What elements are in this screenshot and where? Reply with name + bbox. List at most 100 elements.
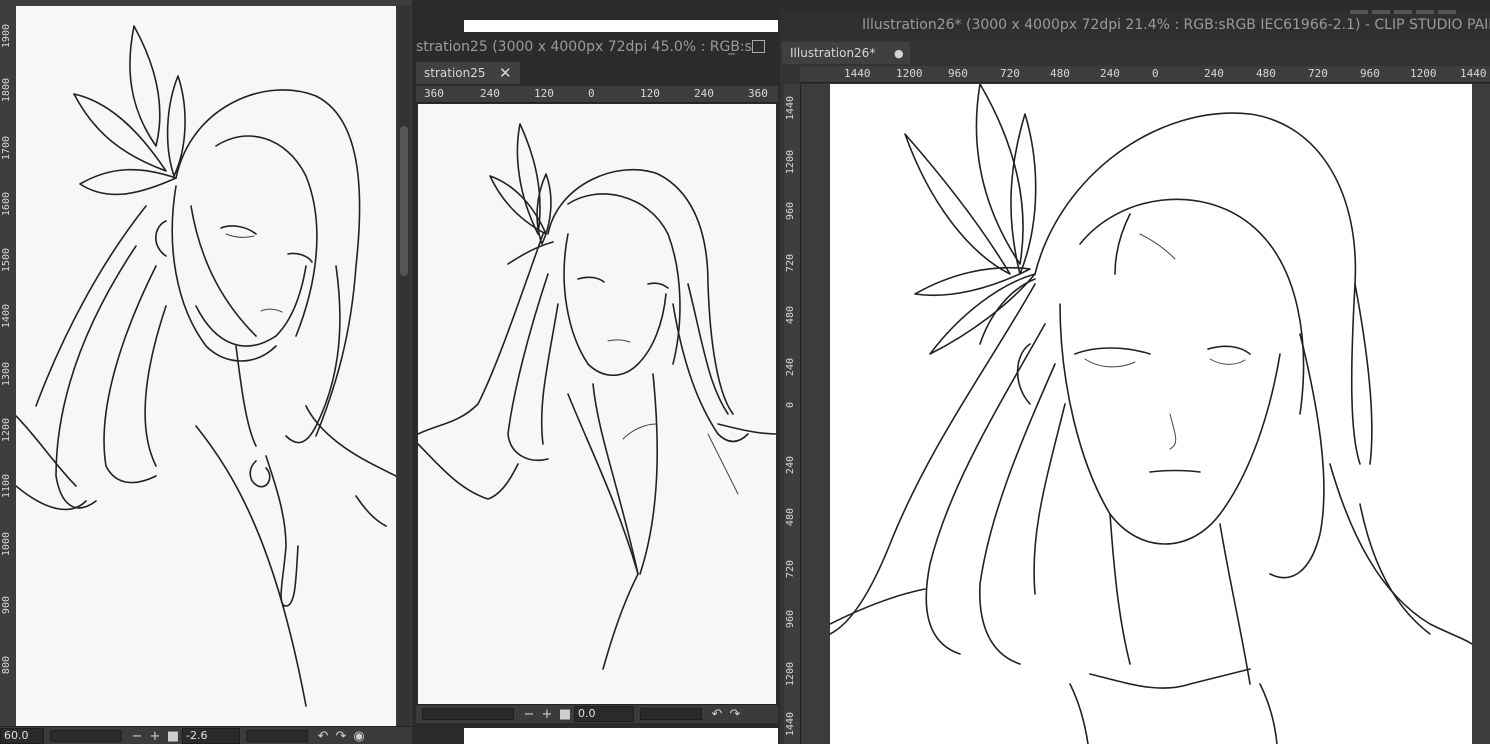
ruler-tick: 960 <box>948 67 968 80</box>
ruler-tick: 1440 <box>785 96 796 121</box>
ruler-tick: 1800 <box>1 78 12 103</box>
middle-canvas-window: stration25 (3000 x 4000px 72dpi 45.0% : … <box>416 0 778 744</box>
tab-illustration26[interactable]: Illustration26* ● <box>782 42 910 64</box>
ruler-tick: 480 <box>785 306 796 325</box>
ruler-tick: 360 <box>748 87 768 100</box>
middle-horizontal-ruler: 360 240 120 0 120 240 360 <box>416 86 778 103</box>
tab-illustration25[interactable]: stration25 ✕ <box>416 62 520 84</box>
unsaved-dot-icon[interactable]: ● <box>894 47 904 60</box>
line-art-drawing <box>16 25 396 707</box>
left-canvas-window: 1900 1800 1700 1600 1500 1400 1300 1200 … <box>0 0 412 744</box>
right-title-bar: Illustration26* (3000 x 4000px 72dpi 21.… <box>780 10 1490 40</box>
panel-layout-icons <box>1350 10 1456 14</box>
ruler-tick: 0 <box>785 402 796 409</box>
ruler-tick: 240 <box>785 358 796 377</box>
ruler-tick: 240 <box>1204 67 1224 80</box>
rotate-slider[interactable] <box>246 730 308 742</box>
ruler-tick: 1100 <box>1 474 12 499</box>
align-icon[interactable] <box>1416 10 1434 14</box>
ruler-tick: 480 <box>1256 67 1276 80</box>
ruler-tick: 1440 <box>1460 67 1487 80</box>
ruler-tick: 1400 <box>1 304 12 329</box>
ruler-tick: 1200 <box>1 418 12 443</box>
ruler-tick: 1000 <box>1 532 12 557</box>
rotate-right-icon[interactable]: ↷ <box>332 728 350 744</box>
tab-label: Illustration26* <box>790 46 876 60</box>
middle-drawing-canvas[interactable] <box>418 104 776 704</box>
ruler-tick: 720 <box>1308 67 1328 80</box>
ruler-tick: 1500 <box>1 248 12 273</box>
ruler-tick: 1700 <box>1 136 12 161</box>
ruler-tick: 240 <box>694 87 714 100</box>
middle-top-strip <box>464 20 778 32</box>
reset-rotate-icon[interactable]: ◉ <box>350 728 368 744</box>
ruler-tick: 1200 <box>785 150 796 175</box>
close-icon[interactable]: ✕ <box>499 64 512 82</box>
left-vertical-scrollbar[interactable] <box>398 6 410 726</box>
angle-field[interactable]: 60.0 <box>0 728 44 744</box>
rotate-slider[interactable] <box>640 708 702 720</box>
ruler-tick: 480 <box>785 508 796 527</box>
scroll-thumb[interactable] <box>400 126 408 276</box>
align-icon[interactable] <box>1438 10 1456 14</box>
align-icon[interactable] <box>1394 10 1412 14</box>
ruler-tick: 0 <box>588 87 595 100</box>
ruler-tick: 120 <box>640 87 660 100</box>
ruler-tick: 1200 <box>1410 67 1437 80</box>
left-status-bar: 60.0 − + ■ -2.6 ↶ ↷ ◉ <box>0 726 412 744</box>
fit-view-button[interactable]: ■ <box>164 728 182 744</box>
zoom-in-button[interactable]: + <box>538 706 556 722</box>
ruler-tick: 720 <box>785 254 796 273</box>
ruler-tick: 240 <box>785 456 796 475</box>
zoom-in-button[interactable]: + <box>146 728 164 744</box>
right-vertical-ruler: 1440 1200 960 720 480 240 0 240 480 720 … <box>784 84 801 744</box>
middle-status-bar: − + ■ 0.0 ↶ ↷ <box>416 704 778 723</box>
ruler-tick: 1200 <box>785 662 796 687</box>
ruler-tick: 720 <box>1000 67 1020 80</box>
rotate-left-icon[interactable]: ↶ <box>708 706 726 722</box>
ruler-tick: 1440 <box>844 67 871 80</box>
ruler-tick: 960 <box>785 610 796 629</box>
align-icon[interactable] <box>1372 10 1390 14</box>
ruler-tick: 360 <box>424 87 444 100</box>
ruler-tick: 1600 <box>1 192 12 217</box>
rotate-field[interactable]: -2.6 <box>182 728 240 744</box>
rotate-left-icon[interactable]: ↶ <box>314 728 332 744</box>
ruler-tick: 1200 <box>896 67 923 80</box>
ruler-tick: 1440 <box>785 712 796 737</box>
middle-bottom-strip <box>464 728 778 744</box>
zoom-out-button[interactable]: − <box>128 728 146 744</box>
ruler-tick: 960 <box>1360 67 1380 80</box>
ruler-tick: 1900 <box>1 24 12 49</box>
ruler-tick: 480 <box>1050 67 1070 80</box>
fit-view-button[interactable]: ■ <box>556 706 574 722</box>
align-icon[interactable] <box>1350 10 1368 14</box>
maximize-icon[interactable] <box>752 40 765 53</box>
left-drawing-canvas[interactable] <box>16 6 396 726</box>
ruler-tick: 720 <box>785 560 796 579</box>
right-horizontal-ruler: 1440 1200 960 720 480 240 0 240 480 720 … <box>800 66 1490 83</box>
tab-label: stration25 <box>424 66 486 80</box>
rotate-right-icon[interactable]: ↷ <box>726 706 744 722</box>
left-vertical-ruler: 1900 1800 1700 1600 1500 1400 1300 1200 … <box>0 6 17 726</box>
line-art-drawing <box>418 123 776 670</box>
right-drawing-canvas[interactable] <box>830 84 1472 744</box>
ruler-tick: 240 <box>1100 67 1120 80</box>
angle-slider[interactable] <box>422 708 514 720</box>
ruler-tick: 0 <box>1152 67 1159 80</box>
ruler-tick: 1300 <box>1 362 12 387</box>
ruler-tick: 960 <box>785 202 796 221</box>
middle-title-bar: stration25 (3000 x 4000px 72dpi 45.0% : … <box>416 34 778 60</box>
right-canvas-window: Illustration26* (3000 x 4000px 72dpi 21.… <box>780 10 1490 744</box>
rotate-field[interactable]: 0.0 <box>574 706 634 722</box>
minimize-icon[interactable]: _ <box>728 34 735 60</box>
ruler-tick: 240 <box>480 87 500 100</box>
zoom-out-button[interactable]: − <box>520 706 538 722</box>
window-title: Illustration26* (3000 x 4000px 72dpi 21.… <box>862 17 1490 33</box>
window-title: stration25 (3000 x 4000px 72dpi 45.0% : … <box>416 39 752 55</box>
line-art-drawing <box>830 84 1472 744</box>
ruler-tick: 900 <box>1 596 12 615</box>
ruler-tick: 120 <box>534 87 554 100</box>
ruler-tick: 800 <box>1 656 12 675</box>
angle-slider[interactable] <box>50 730 122 742</box>
